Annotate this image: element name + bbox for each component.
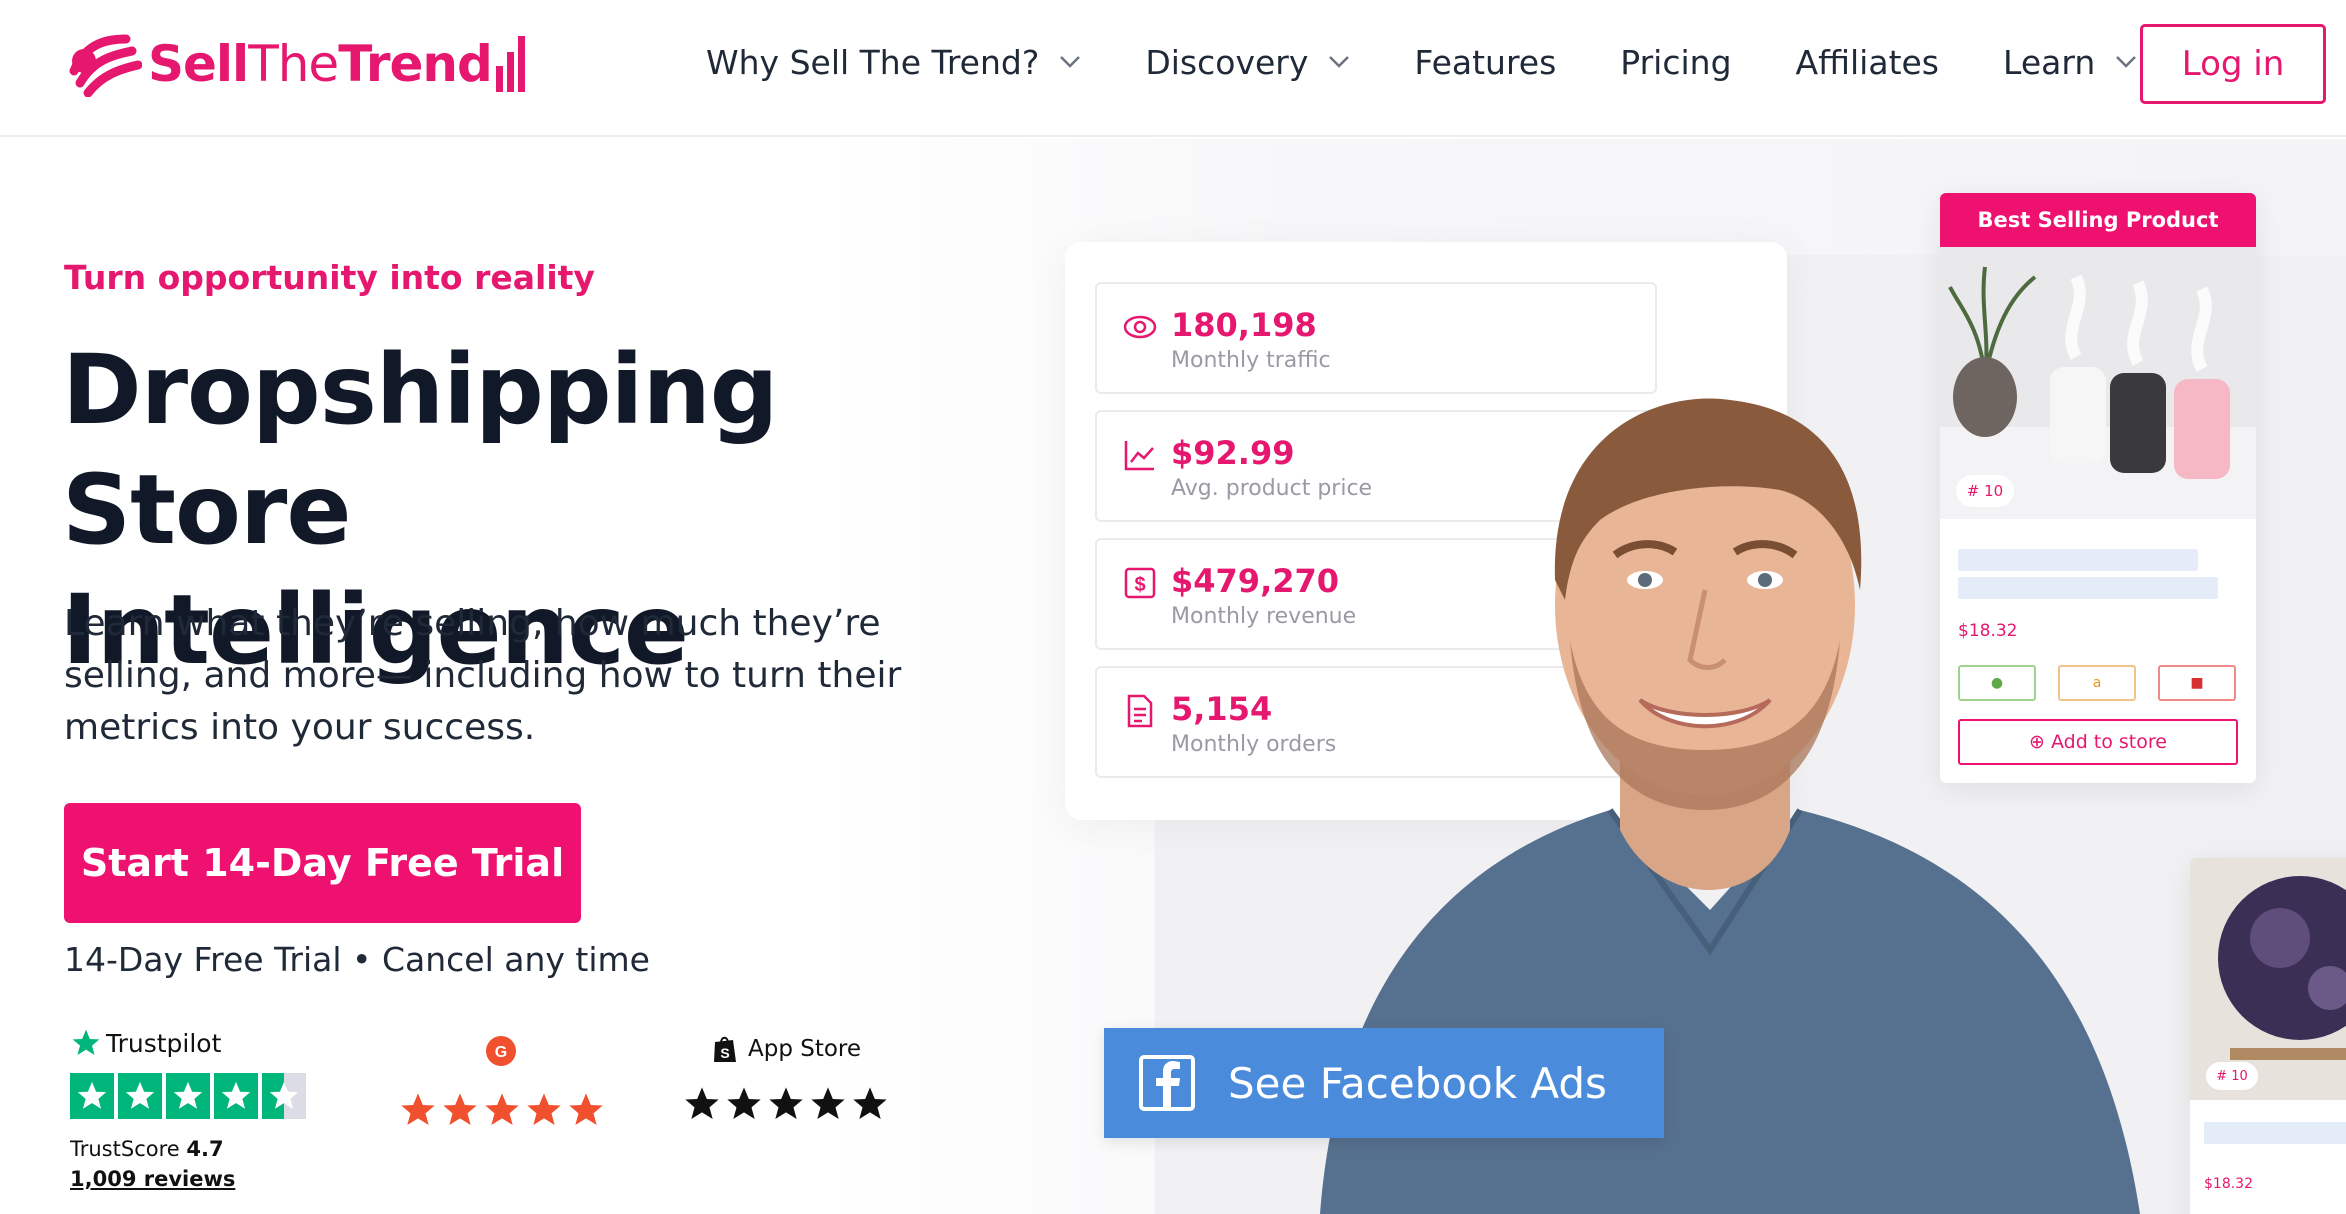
dollar-icon: $ <box>1124 567 1156 599</box>
aliexpress-source-button[interactable]: ■ <box>2158 665 2236 701</box>
g2-icon: G <box>486 1036 516 1066</box>
appstore-stars <box>682 1084 902 1124</box>
star-icon <box>527 1093 561 1125</box>
headline-line-1: Dropshipping <box>62 334 778 446</box>
nav-item-why[interactable]: Why Sell The Trend? <box>706 43 1081 82</box>
star-icon <box>769 1087 803 1119</box>
shopify-bag-icon: S <box>714 1036 736 1062</box>
shopify-source-button[interactable]: ● <box>1958 665 2036 701</box>
brand-logo[interactable]: Sell The Trend <box>66 28 526 100</box>
product-price: $18.32 <box>1958 621 2018 641</box>
appstore-name: App Store <box>748 1036 862 1062</box>
logo-bars-icon <box>495 36 525 92</box>
g2-stars <box>398 1090 608 1130</box>
trustpilot-name: Trustpilot <box>106 1028 222 1058</box>
chevron-down-icon <box>2116 56 2137 68</box>
best-selling-header: Best Selling Product <box>1940 193 2256 247</box>
brand-part-3: Trend <box>338 35 493 93</box>
star-icon <box>853 1087 887 1119</box>
title-placeholder <box>1958 577 2218 599</box>
stat-value: 5,154 <box>1171 690 1273 728</box>
star-icon <box>70 1073 114 1119</box>
brand-part-1: Sell <box>148 35 249 93</box>
brand-part-2: The <box>248 35 339 93</box>
brand-wordmark: Sell The Trend <box>148 35 493 93</box>
nav-item-pricing[interactable]: Pricing <box>1620 43 1731 82</box>
title-placeholder <box>2204 1122 2346 1144</box>
star-icon <box>166 1073 210 1119</box>
rank-badge: # 10 <box>2206 1062 2258 1090</box>
g2-rating[interactable]: G <box>398 1036 608 1130</box>
nav-label: Why Sell The Trend? <box>706 42 1040 82</box>
chevron-down-icon <box>1060 56 1081 68</box>
nav-label: Learn <box>2003 42 2096 82</box>
svg-text:G: G <box>495 1044 507 1061</box>
trustscore: TrustScore 4.7 <box>70 1137 330 1161</box>
logo-swoosh-icon <box>69 34 142 97</box>
nav-label: Affiliates <box>1795 42 1940 82</box>
hero-subtext: Learn what they’re selling, how much the… <box>64 603 902 748</box>
stat-label: Monthly traffic <box>1171 348 1331 373</box>
svg-text:$: $ <box>1134 574 1145 596</box>
nav-item-affiliates[interactable]: Affiliates <box>1796 43 1939 82</box>
trustpilot-rating[interactable]: Trustpilot TrustScore 4.7 1,009 reviews <box>70 1025 330 1191</box>
document-icon <box>1127 694 1153 728</box>
star-icon <box>569 1093 603 1125</box>
product-price: $18.32 <box>2204 1176 2253 1192</box>
rank-badge: # 10 <box>1956 475 2014 507</box>
eye-icon <box>1123 315 1157 339</box>
facebook-ads-label: See Facebook Ads <box>1228 1058 1607 1108</box>
add-to-store-button[interactable]: ⊕ Add to store <box>1958 719 2238 765</box>
star-icon <box>685 1087 719 1119</box>
star-icon <box>485 1093 519 1125</box>
star-icon <box>727 1087 761 1119</box>
appstore-rating[interactable]: S App Store <box>682 1034 902 1124</box>
svg-text:S: S <box>720 1045 729 1061</box>
nav-label: Discovery <box>1145 42 1309 82</box>
nav-item-learn[interactable]: Learn <box>2003 43 2137 82</box>
title-placeholder <box>1958 549 2198 571</box>
product-card-2[interactable]: # 10 $18.32 <box>2190 858 2346 1214</box>
nav-label: Pricing <box>1620 42 1732 82</box>
login-button[interactable]: Log in <box>2140 24 2326 104</box>
see-facebook-ads-button[interactable]: See Facebook Ads <box>1104 1028 1664 1138</box>
trustscore-label: TrustScore <box>70 1137 180 1161</box>
stat-value: $92.99 <box>1171 434 1295 472</box>
chevron-down-icon <box>1329 56 1350 68</box>
amazon-source-button[interactable]: a <box>2058 665 2136 701</box>
trial-note: 14-Day Free Trial • Cancel any time <box>64 940 650 979</box>
site-header: Sell The Trend Why Sell The Trend? Discove… <box>0 0 2346 137</box>
trustpilot-star-icon <box>72 1029 100 1055</box>
star-icon <box>118 1073 162 1119</box>
star-icon <box>214 1073 258 1119</box>
trustpilot-reviews-link[interactable]: 1,009 reviews <box>70 1167 330 1191</box>
nav-label: Features <box>1414 42 1557 82</box>
nav-item-discovery[interactable]: Discovery <box>1145 43 1350 82</box>
trustscore-value: 4.7 <box>186 1137 224 1161</box>
half-star-icon <box>262 1073 306 1119</box>
stat-value: 180,198 <box>1171 306 1317 344</box>
appstore-header: S App Store <box>712 1034 902 1064</box>
trustpilot-stars <box>70 1073 330 1119</box>
start-trial-button[interactable]: Start 14-Day Free Trial <box>64 803 581 923</box>
chart-line-icon <box>1124 441 1154 471</box>
best-selling-product-card[interactable]: Best Selling Product # 10 $18.32 ● a ■ ⊕… <box>1940 193 2256 783</box>
facebook-icon <box>1139 1055 1195 1111</box>
main-nav: Why Sell The Trend? Discovery Features P… <box>706 36 2201 88</box>
stat-monthly-traffic: 180,198 Monthly traffic <box>1095 282 1657 394</box>
star-icon <box>811 1087 845 1119</box>
star-icon <box>443 1093 477 1125</box>
trustpilot-header: Trustpilot <box>70 1025 330 1061</box>
hero-eyebrow: Turn opportunity into reality <box>64 258 595 297</box>
star-icon <box>401 1093 435 1125</box>
nav-item-features[interactable]: Features <box>1414 43 1556 82</box>
